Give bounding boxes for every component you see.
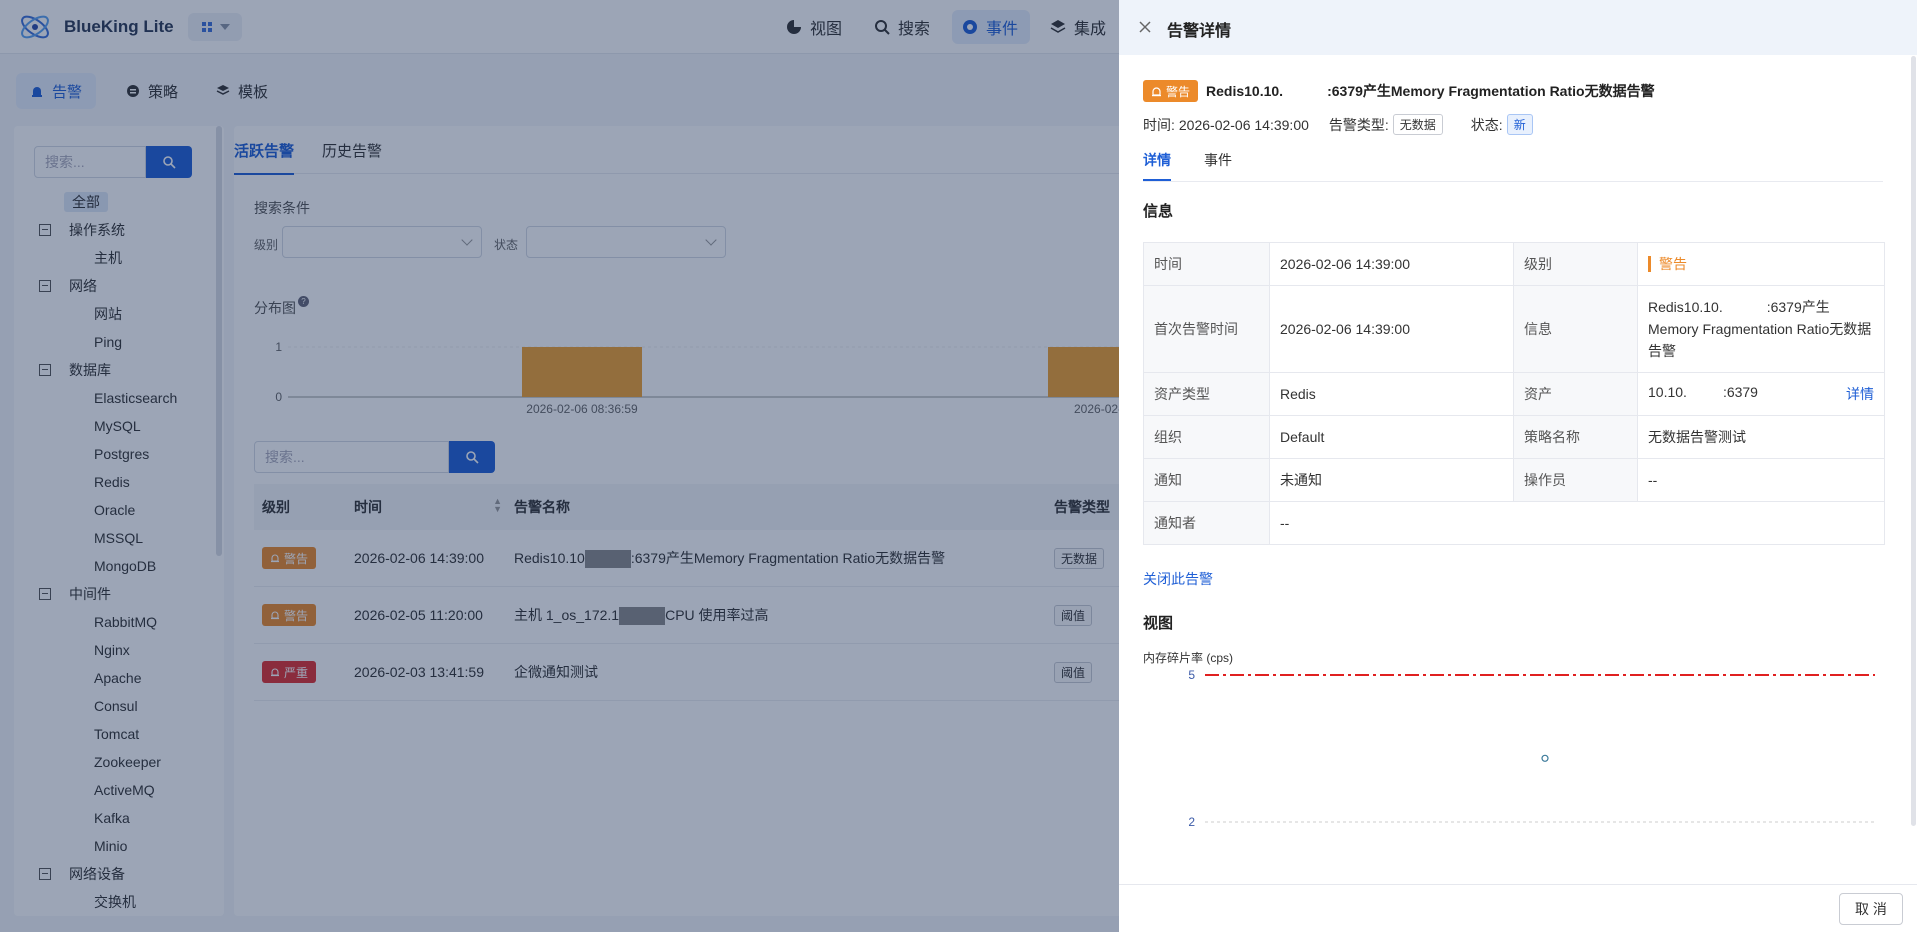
info-value: Redis: [1269, 372, 1514, 416]
info-value: Redis10.10.:6379产生Memory Fragmentation R…: [1637, 285, 1885, 373]
info-value: 2026-02-06 14:39:00: [1269, 242, 1514, 286]
level-badge: 警告: [1143, 80, 1199, 102]
info-value: --: [1637, 458, 1885, 502]
y-tick-label: 5: [1188, 668, 1195, 682]
level-badge-label: 警告: [1166, 84, 1191, 99]
asset-suffix: :6379: [1722, 384, 1758, 400]
alarm-heading: 警告 Redis10.10. :6379产生Memory Fragmentatio…: [1143, 80, 1655, 102]
drawer-title: 告警详情: [1167, 23, 1232, 40]
redacted-mask: [1686, 385, 1723, 402]
redacted-mask: [1283, 84, 1328, 101]
alarm-detail-drawer: 告警详情 警告 Redis10.10.:6379产生Memory Fragmen…: [1119, 0, 1917, 932]
info-key: 资产类型: [1143, 372, 1270, 416]
drawer-header: 告警详情: [1119, 0, 1917, 55]
drawer-tabs: 详情 事件: [1143, 150, 1883, 182]
close-alarm-link[interactable]: 关闭此告警: [1143, 569, 1213, 589]
meta-time-value: 2026-02-06 14:39:00: [1178, 116, 1309, 133]
info-value: --: [1269, 501, 1885, 545]
info-key: 信息: [1513, 285, 1638, 373]
info-value: Default: [1269, 415, 1514, 459]
info-key: 组织: [1143, 415, 1270, 459]
meta-type-label: 告警类型:: [1328, 116, 1389, 133]
drawer-scrollbar[interactable]: [1911, 56, 1916, 826]
info-key: 级别: [1513, 242, 1638, 286]
level-text: 警告: [1648, 256, 1687, 272]
alarm-title-prefix: Redis10.10.: [1206, 83, 1284, 99]
info-key: 资产: [1513, 372, 1638, 416]
info-value: 警告: [1637, 242, 1885, 286]
info-key: 时间: [1143, 242, 1270, 286]
alarm-icon: [1152, 86, 1161, 96]
meta-time-label: 时间:: [1143, 116, 1175, 133]
info-value: 10.10. :6379 详情: [1637, 372, 1885, 416]
alarm-meta: 时间: 2026-02-06 14:39:00 告警类型: 无数据 状态: 新: [1143, 114, 1533, 135]
close-icon[interactable]: [1137, 19, 1153, 35]
tab-detail[interactable]: 详情: [1143, 150, 1171, 181]
msg-prefix: Redis10.10.: [1648, 299, 1723, 315]
redacted-mask: [1722, 300, 1767, 317]
info-section-title: 信息: [1143, 203, 1174, 220]
alarm-title: Redis10.10. :6379产生Memory Fragmentation R…: [1206, 81, 1655, 101]
info-value: 无数据告警测试: [1637, 415, 1885, 459]
tab-events[interactable]: 事件: [1204, 150, 1232, 170]
cancel-button[interactable]: 取 消: [1839, 893, 1903, 925]
info-key: 操作员: [1513, 458, 1638, 502]
alarm-title-suffix: :6379产生Memory Fragmentation Ratio无数据告警: [1327, 83, 1655, 99]
data-point[interactable]: [1541, 754, 1549, 762]
metric-chart: 520: [1188, 668, 1875, 829]
info-table: 时间 2026-02-06 14:39:00 级别 警告 首次告警时间 2026…: [1143, 242, 1885, 545]
asset-prefix: 10.10.: [1648, 384, 1687, 400]
y-tick-label: 2: [1188, 815, 1195, 829]
status-badge: 新: [1506, 114, 1533, 135]
info-key: 通知者: [1143, 501, 1270, 545]
meta-type-tag: 无数据: [1392, 114, 1443, 135]
view-section-title: 视图: [1143, 615, 1174, 632]
meta-status-label: 状态:: [1470, 116, 1503, 133]
info-value: 2026-02-06 14:39:00: [1269, 285, 1514, 373]
asset-detail-link[interactable]: 详情: [1846, 384, 1874, 404]
info-key: 首次告警时间: [1143, 285, 1270, 373]
info-key: 通知: [1143, 458, 1270, 502]
info-key: 策略名称: [1513, 415, 1638, 459]
info-value: 未通知: [1269, 458, 1514, 502]
drawer-footer: 取 消: [1119, 884, 1917, 932]
